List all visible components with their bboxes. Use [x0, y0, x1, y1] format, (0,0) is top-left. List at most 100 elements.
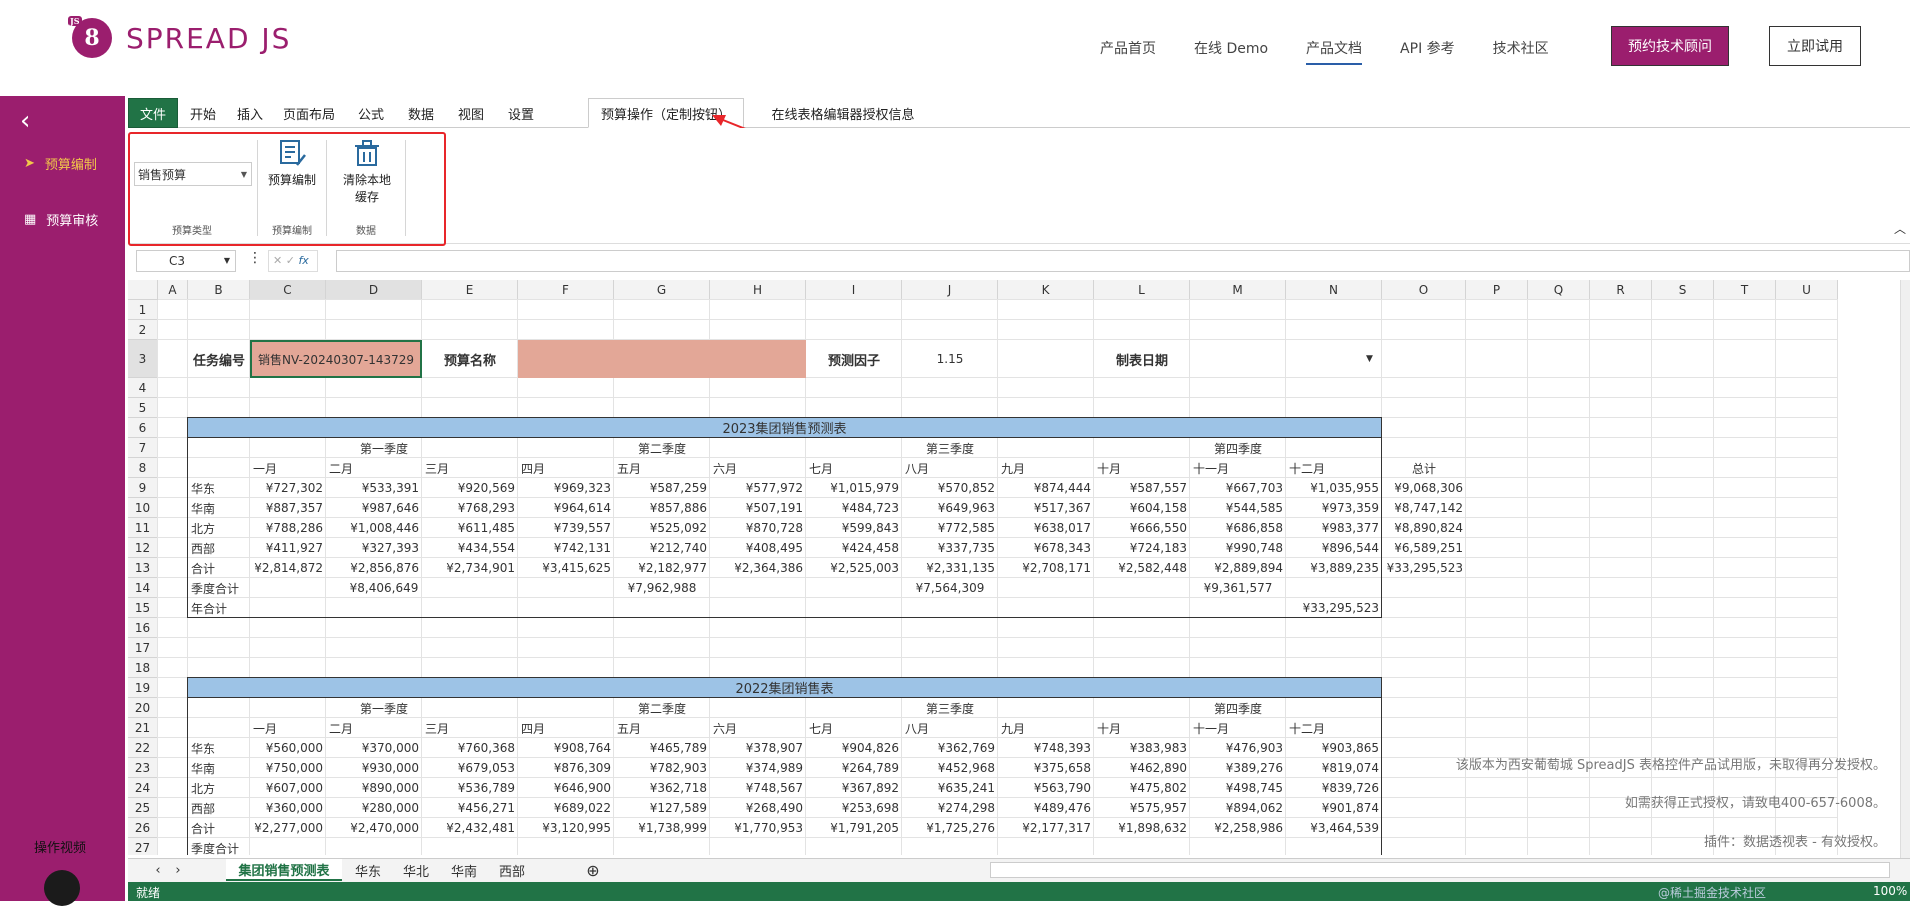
nav-link-api[interactable]: API 参考 — [1400, 38, 1455, 65]
value-cell: ¥362,718 — [649, 781, 707, 795]
column-header[interactable]: O — [1382, 280, 1466, 300]
row-header[interactable]: 8 — [128, 458, 158, 478]
tab-file[interactable]: 文件 — [128, 98, 178, 128]
column-header[interactable]: I — [806, 280, 902, 300]
column-header[interactable]: G — [614, 280, 710, 300]
formula-input[interactable] — [336, 250, 1910, 272]
row-header[interactable]: 3 — [128, 340, 158, 378]
row-header[interactable]: 21 — [128, 718, 158, 738]
zoom-level[interactable]: 100% — [1873, 884, 1907, 898]
value-cell: ¥760,368 — [457, 741, 515, 755]
horizontal-scrollbar[interactable] — [990, 862, 1890, 878]
row-header[interactable]: 24 — [128, 778, 158, 798]
column-header[interactable]: A — [158, 280, 188, 300]
row-header[interactable]: 22 — [128, 738, 158, 758]
row-header[interactable]: 27 — [128, 838, 158, 855]
chevron-left-icon[interactable]: ‹ — [20, 106, 30, 136]
column-header[interactable]: B — [188, 280, 250, 300]
sidebar-item-budget-edit[interactable]: ➤ 预算编制 — [24, 154, 97, 173]
try-button[interactable]: 立即试用 — [1769, 26, 1861, 66]
more-icon[interactable]: ⋮ — [248, 250, 262, 266]
ribbon-collapse-icon[interactable]: ︿ — [1894, 220, 1906, 237]
row-header[interactable]: 6 — [128, 418, 158, 438]
column-header[interactable]: P — [1466, 280, 1528, 300]
row-header[interactable]: 12 — [128, 538, 158, 558]
row-header[interactable]: 11 — [128, 518, 158, 538]
budget-name-cell[interactable] — [518, 340, 806, 378]
spreadjs-logo[interactable]: JS 8 SPREAD JS — [68, 16, 291, 58]
sheet-tab-south[interactable]: 华南 — [442, 859, 486, 881]
nav-link-docs[interactable]: 产品文档 — [1306, 38, 1363, 65]
date-cell[interactable] — [1190, 340, 1382, 378]
sheet-tab-east[interactable]: 华东 — [346, 859, 390, 881]
row-header[interactable]: 14 — [128, 578, 158, 598]
row-header[interactable]: 18 — [128, 658, 158, 678]
row-header[interactable]: 15 — [128, 598, 158, 618]
row-header[interactable]: 2 — [128, 320, 158, 340]
row-header[interactable]: 5 — [128, 398, 158, 418]
tab-nav-left-icon[interactable]: ‹ — [148, 859, 168, 881]
column-header[interactable]: K — [998, 280, 1094, 300]
column-header[interactable]: J — [902, 280, 998, 300]
row-header[interactable]: 13 — [128, 558, 158, 578]
column-header[interactable]: M — [1190, 280, 1286, 300]
column-header[interactable]: S — [1652, 280, 1714, 300]
row-header[interactable]: 17 — [128, 638, 158, 658]
row-header[interactable]: 26 — [128, 818, 158, 838]
tab-view[interactable]: 视图 — [446, 98, 496, 128]
name-box[interactable]: ▼ C3 — [136, 250, 236, 272]
factor-cell[interactable]: 1.15 — [902, 340, 998, 378]
column-header[interactable]: Q — [1528, 280, 1590, 300]
spreadsheet[interactable]: A B C D E F G H I J K L M N O P Q R S T U 1 2 3 4 5 6 7 8 9 10 11 12 13 14… — [128, 280, 1910, 855]
row-header[interactable]: 10 — [128, 498, 158, 518]
tab-insert[interactable]: 插入 — [228, 98, 272, 128]
value-cell: ¥587,259 — [649, 481, 707, 495]
column-header[interactable]: F — [518, 280, 614, 300]
value-cell: ¥498,745 — [1225, 781, 1283, 795]
region-label: 西部 — [191, 541, 216, 556]
tab-settings[interactable]: 设置 — [496, 98, 546, 128]
row-header[interactable]: 25 — [128, 798, 158, 818]
nav-link-home[interactable]: 产品首页 — [1100, 38, 1156, 65]
row-header[interactable]: 20 — [128, 698, 158, 718]
column-header[interactable]: E — [422, 280, 518, 300]
sheet-tab-west[interactable]: 西部 — [490, 859, 534, 881]
column-header[interactable]: H — [710, 280, 806, 300]
consult-button[interactable]: 预约技术顾问 — [1611, 26, 1729, 66]
row-header[interactable]: 16 — [128, 618, 158, 638]
value-cell: ¥2,525,003 — [830, 561, 899, 575]
tab-formula[interactable]: 公式 — [346, 98, 396, 128]
row-header[interactable]: 19 — [128, 678, 158, 698]
nav-link-community[interactable]: 技术社区 — [1493, 38, 1549, 65]
row-header[interactable]: 9 — [128, 478, 158, 498]
row-header[interactable]: 7 — [128, 438, 158, 458]
tab-page-layout[interactable]: 页面布局 — [272, 98, 346, 128]
tab-data[interactable]: 数据 — [396, 98, 446, 128]
row-header[interactable]: 1 — [128, 300, 158, 320]
tab-home[interactable]: 开始 — [178, 98, 228, 128]
column-header[interactable]: U — [1776, 280, 1838, 300]
fx-box[interactable]: ✕ ✓ fx — [268, 250, 318, 272]
video-link[interactable]: 操作视频 — [34, 837, 86, 856]
sidebar-item-budget-review[interactable]: ▦ 预算审核 — [24, 210, 98, 229]
value-cell: ¥2,708,171 — [1022, 561, 1091, 575]
grid-corner[interactable] — [128, 280, 158, 300]
row-header[interactable]: 23 — [128, 758, 158, 778]
column-header[interactable]: R — [1590, 280, 1652, 300]
value-cell: ¥2,277,000 — [254, 821, 323, 835]
chevron-down-icon[interactable]: ▼ — [1366, 340, 1373, 378]
sheet-tab-forecast[interactable]: 集团销售预测表 — [226, 859, 342, 881]
tab-nav-right-icon[interactable]: › — [168, 859, 188, 881]
nav-link-demo[interactable]: 在线 Demo — [1194, 38, 1268, 65]
column-header[interactable]: T — [1714, 280, 1776, 300]
column-header[interactable]: L — [1094, 280, 1190, 300]
column-header[interactable]: C — [250, 280, 326, 300]
task-number-cell[interactable]: 销售NV-20240307-143729 — [250, 340, 422, 378]
row-header[interactable]: 4 — [128, 378, 158, 398]
add-sheet-icon[interactable]: ⊕ — [578, 859, 608, 881]
value-cell: ¥489,476 — [1033, 801, 1091, 815]
vertical-scrollbar[interactable] — [1900, 280, 1910, 858]
column-header[interactable]: D — [326, 280, 422, 300]
column-header[interactable]: N — [1286, 280, 1382, 300]
sheet-tab-north[interactable]: 华北 — [394, 859, 438, 881]
